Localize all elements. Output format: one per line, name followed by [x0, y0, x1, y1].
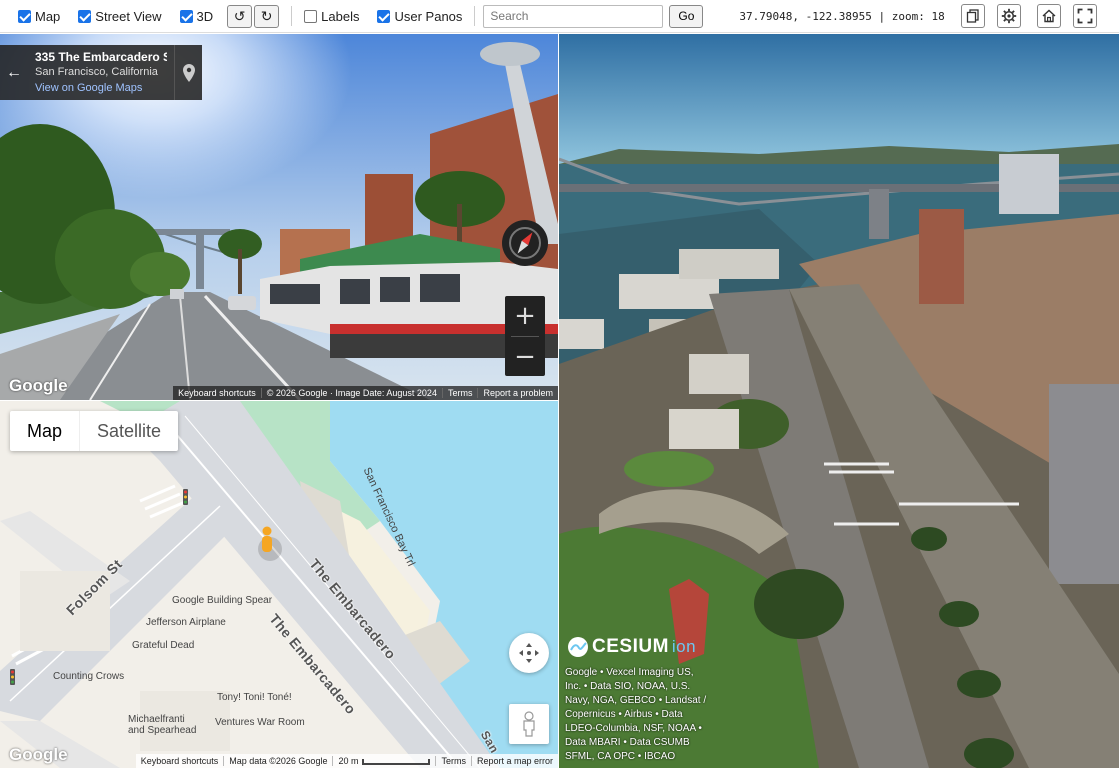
- google-logo: Google: [9, 376, 68, 395]
- map-toggle-label: Map: [35, 8, 61, 24]
- three-d-toggle[interactable]: 3D: [179, 8, 214, 24]
- location-pin-button[interactable]: [174, 45, 202, 100]
- view-on-google-maps-link[interactable]: View on Google Maps: [35, 82, 142, 94]
- user-panos-checkbox[interactable]: [377, 9, 391, 23]
- map-type-map-button[interactable]: Map: [10, 411, 79, 451]
- keyboard-shortcuts-link[interactable]: Keyboard shortcuts: [136, 756, 224, 766]
- map-attribution: Keyboard shortcuts Map data ©2026 Google…: [135, 754, 558, 768]
- map-checkbox[interactable]: [18, 9, 31, 23]
- search-input[interactable]: [483, 4, 664, 28]
- zoom-in-button[interactable]: +: [505, 296, 545, 336]
- compass-icon: [509, 227, 541, 259]
- toolbar-divider: [474, 6, 476, 26]
- pegman-icon: [523, 711, 535, 737]
- labels-toggle-label: Labels: [321, 8, 360, 24]
- labels-checkbox[interactable]: [304, 9, 318, 23]
- cesium-ion-logo[interactable]: CESIUM ion: [567, 636, 696, 658]
- fullscreen-button[interactable]: [1072, 4, 1097, 28]
- terms-link[interactable]: Terms: [435, 756, 471, 766]
- address-title: 335 The Embarcadero S: [35, 50, 167, 64]
- map-pane[interactable]: Map Satellite Folsom St The Embarcadero …: [0, 401, 558, 768]
- copy-button[interactable]: [960, 4, 985, 28]
- back-arrow-icon[interactable]: ←: [0, 45, 28, 100]
- street-view-toggle-label: Street View: [95, 8, 162, 24]
- recenter-button[interactable]: [509, 633, 549, 673]
- copy-icon: [966, 9, 979, 23]
- toolbar-divider: [291, 6, 293, 26]
- rotate-cw-button[interactable]: ↻: [254, 4, 280, 28]
- zoom-out-button[interactable]: −: [505, 337, 545, 377]
- keyboard-shortcuts-link[interactable]: Keyboard shortcuts: [173, 388, 261, 398]
- home-icon: [1042, 9, 1056, 23]
- street-view-pane[interactable]: ← 335 The Embarcadero S San Francisco, C…: [0, 34, 558, 400]
- map-toggle[interactable]: Map: [18, 9, 60, 24]
- gear-icon: [1001, 8, 1016, 24]
- recenter-icon: [519, 643, 539, 663]
- cesium-logo-text: CESIUM: [592, 636, 669, 657]
- report-problem-link[interactable]: Report a problem: [477, 388, 558, 398]
- map-type-satellite-button[interactable]: Satellite: [79, 411, 178, 451]
- map-data-text: Map data ©2026 Google: [223, 756, 332, 766]
- scale-label: 20 m: [338, 756, 359, 766]
- report-map-error-link[interactable]: Report a map error: [470, 756, 558, 766]
- scale-line: [362, 758, 431, 765]
- pegman-button[interactable]: [509, 704, 549, 744]
- compass-button[interactable]: [502, 220, 548, 266]
- poi-ventures-war-room: Ventures War Room: [215, 717, 305, 728]
- poi-counting-crows: Counting Crows: [53, 671, 125, 682]
- user-panos-toggle[interactable]: User Panos: [377, 9, 462, 24]
- scale-bar[interactable]: 20 m: [332, 756, 435, 766]
- coordinates-readout: 37.79048, -122.38955 | zoom: 18: [739, 9, 945, 23]
- fullscreen-icon: [1077, 8, 1093, 24]
- address-card: ← 335 The Embarcadero S San Francisco, C…: [0, 45, 202, 100]
- toolbar: Map Street View 3D ↺ ↻ Labels User Panos…: [0, 0, 1119, 33]
- cesium-3d-pane[interactable]: CESIUM ion Google • Vexcel Imaging US, I…: [559, 34, 1119, 768]
- cesium-credits: Google • Vexcel Imaging US, Inc. • Data …: [565, 667, 707, 762]
- google-logo: Google: [9, 745, 68, 764]
- map-type-control: Map Satellite: [10, 411, 179, 451]
- image-date-text: © 2026 Google · Image Date: August 2024: [260, 388, 442, 398]
- poi-jefferson-airplane: Jefferson Airplane: [146, 617, 226, 628]
- three-d-checkbox[interactable]: [179, 9, 193, 23]
- home-button[interactable]: [1036, 4, 1061, 28]
- rotate-ccw-button[interactable]: ↺: [227, 4, 253, 28]
- address-city: San Francisco, California: [35, 66, 158, 78]
- user-panos-toggle-label: User Panos: [394, 8, 463, 24]
- settings-button[interactable]: [996, 4, 1021, 28]
- go-button[interactable]: Go: [669, 4, 704, 28]
- poi-google-building-spear: Google Building Spear: [172, 595, 273, 606]
- street-view-checkbox[interactable]: [78, 9, 92, 23]
- three-d-toggle-label: 3D: [196, 8, 214, 24]
- poi-michaelfranti: Michaelfranti and Spearhead: [128, 714, 197, 736]
- map-pin-icon: [182, 63, 195, 82]
- terms-link[interactable]: Terms: [441, 388, 478, 398]
- poi-tony-toni-tone: Tony! Toni! Toné!: [217, 692, 292, 703]
- street-view-toggle[interactable]: Street View: [78, 8, 162, 24]
- poi-grateful-dead: Grateful Dead: [132, 640, 195, 651]
- labels-toggle[interactable]: Labels: [304, 9, 359, 24]
- cesium-logo-icon: [568, 637, 588, 657]
- street-view-attribution: Keyboard shortcuts © 2026 Google · Image…: [173, 386, 558, 400]
- street-view-zoom-control: + −: [505, 296, 545, 376]
- cesium-logo-ion: ion: [671, 637, 697, 656]
